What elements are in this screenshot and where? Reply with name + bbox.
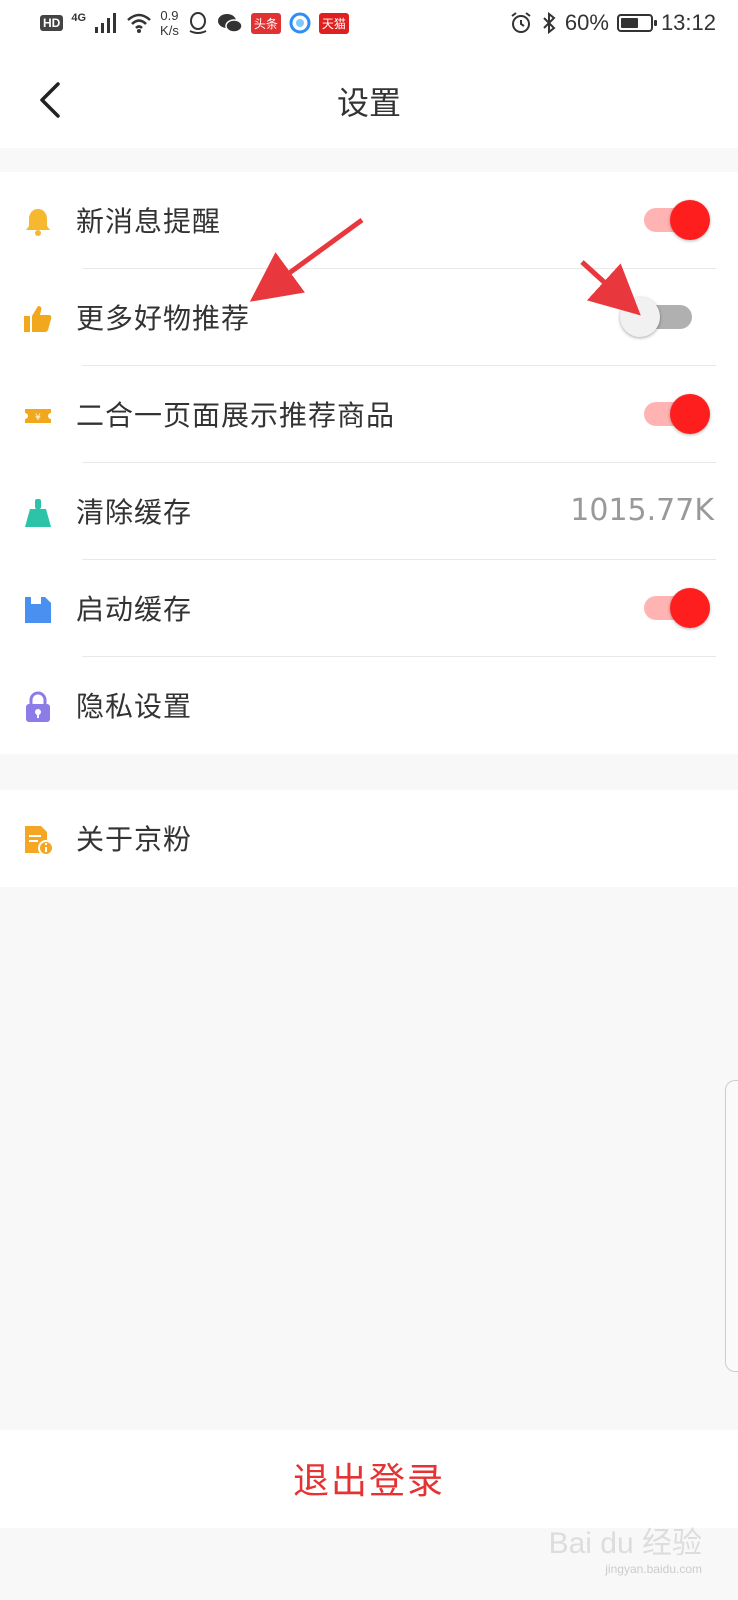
status-bar: HD 4G 0.9 K/s 头条 天猫 60% 13:12 (0, 0, 738, 52)
about-group: 关于京粉 (0, 790, 738, 887)
status-left: HD 4G 0.9 K/s 头条 天猫 (40, 8, 349, 38)
setting-label: 新消息提醒 (76, 205, 222, 238)
nav-bar: 设置 (0, 52, 738, 148)
svg-text:¥: ¥ (35, 413, 41, 423)
toggle-knob (620, 297, 660, 337)
toggle-knob (670, 588, 710, 628)
setting-row-startup-cache: 启动缓存 (0, 560, 738, 657)
setting-label: 更多好物推荐 (76, 302, 251, 335)
setting-row-recommend: 更多好物推荐 (0, 269, 738, 366)
startup-cache-toggle[interactable] (644, 588, 710, 628)
signal-icon (95, 13, 117, 33)
setting-label: 隐私设置 (76, 690, 193, 723)
lock-icon (26, 691, 50, 722)
battery-icon (616, 14, 657, 32)
baidu-watermark: Bai du 经验 jingyan.baidu.com (549, 1518, 702, 1576)
browser-icon (289, 12, 311, 34)
two-in-one-toggle[interactable] (644, 394, 710, 434)
setting-label: 启动缓存 (76, 593, 193, 626)
setting-row-privacy[interactable]: 隐私设置 (0, 657, 738, 754)
toutiao-badge: 头条 (250, 12, 281, 34)
broom-icon (25, 499, 51, 527)
thumbs-up-icon (24, 306, 52, 332)
ticket-icon: ¥ (25, 409, 51, 423)
setting-label: 清除缓存 (76, 496, 193, 529)
logout-button[interactable]: 退出登录 (0, 1430, 738, 1528)
notification-toggle[interactable] (644, 200, 710, 240)
setting-row-two-in-one: ¥ 二合一页面展示推荐商品 (0, 366, 738, 463)
setting-row-about[interactable]: 关于京粉 (0, 790, 738, 887)
settings-group: 新消息提醒 更多好物推荐 ¥ 二合一页面展示推荐商品 清除缓存 1015.77K… (0, 172, 738, 754)
battery-fill (620, 18, 638, 28)
logout-label: 退出登录 (292, 1461, 445, 1502)
alarm-icon (511, 12, 531, 33)
document-info-icon (25, 826, 54, 856)
battery-percent: 60% (564, 10, 609, 35)
wifi-icon (127, 13, 151, 33)
setting-label: 二合一页面展示推荐商品 (76, 399, 396, 432)
recommend-toggle[interactable] (620, 297, 694, 337)
network-type: 4G (71, 12, 87, 24)
hd-indicator: HD (40, 15, 64, 31)
bell-icon (26, 209, 50, 236)
speed-unit: K/s (160, 23, 179, 38)
speed-value: 0.9 (160, 8, 179, 23)
toggle-knob (670, 394, 710, 434)
tmall-badge: 天猫 (318, 12, 349, 34)
watermark-brand: Bai du 经验 (548, 1527, 702, 1560)
setting-row-clear-cache[interactable]: 清除缓存 1015.77K (0, 463, 738, 560)
watermark-url: jingyan.baidu.com (605, 1562, 702, 1576)
wechat-icon (217, 14, 243, 33)
status-right: 60% 13:12 (509, 10, 716, 36)
qq-icon (189, 12, 207, 34)
save-icon (25, 597, 51, 623)
setting-label: 关于京粉 (76, 823, 193, 856)
cache-size: 1015.77K (570, 493, 714, 528)
bluetooth-icon (543, 11, 556, 35)
edge-handle[interactable] (725, 1080, 738, 1372)
clock: 13:12 (660, 10, 716, 35)
network-speed: 0.9 K/s (160, 8, 179, 38)
setting-row-notification: 新消息提醒 (0, 172, 738, 269)
page-title: 设置 (336, 84, 401, 122)
toggle-knob (670, 200, 710, 240)
